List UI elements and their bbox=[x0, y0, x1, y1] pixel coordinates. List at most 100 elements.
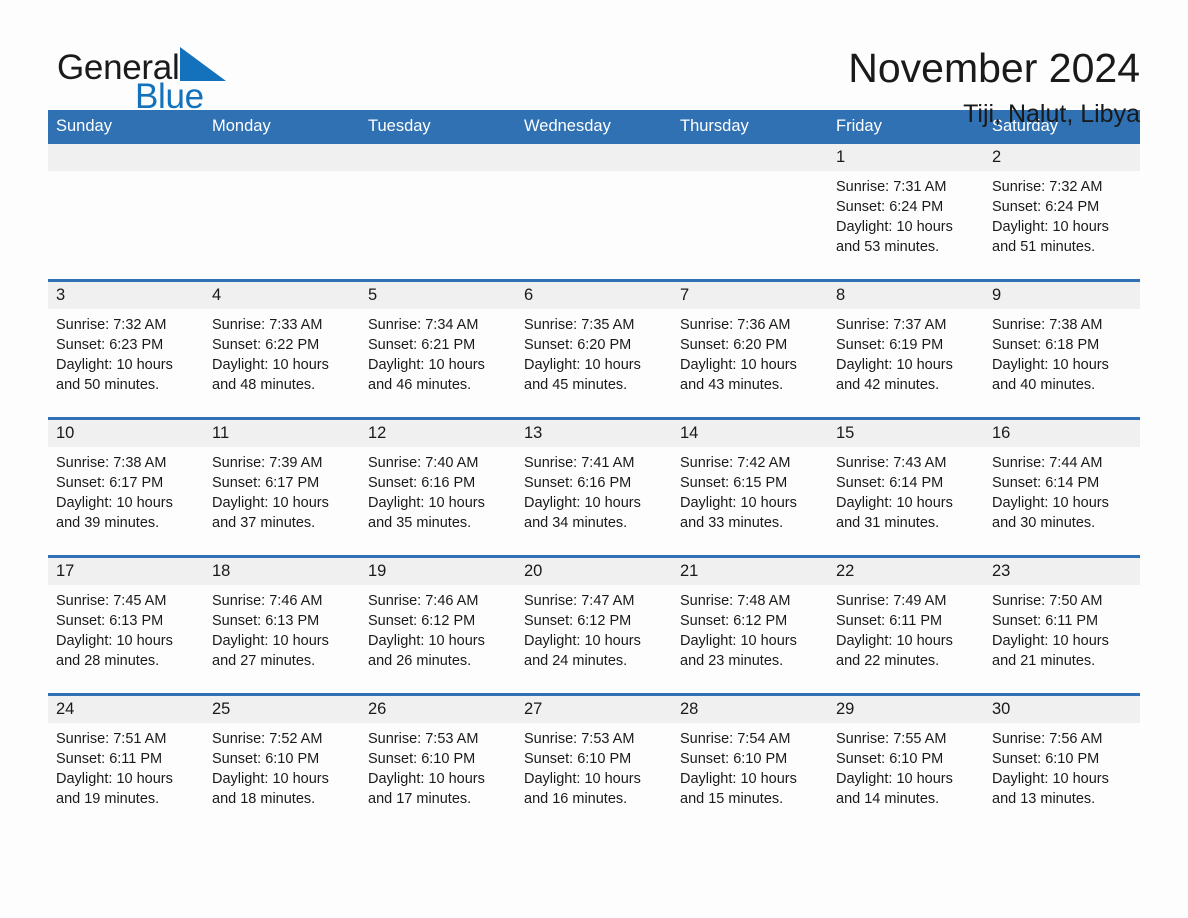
calendar-day-cell[interactable]: 15 Sunrise: 7:43 AM Sunset: 6:14 PM Dayligh… bbox=[828, 417, 984, 557]
daylight-text-line2: and 16 minutes. bbox=[524, 791, 628, 807]
calendar-day-cell[interactable]: 23 Sunrise: 7:50 AM Sunset: 6:11 PM Dayligh… bbox=[984, 555, 1140, 695]
calendar-day-cell[interactable]: 28 Sunrise: 7:54 AM Sunset: 6:10 PM Dayligh… bbox=[672, 693, 828, 831]
day-details: Sunrise: 7:38 AM Sunset: 6:17 PM Daylight:… bbox=[48, 447, 204, 555]
day-cell-inner: 22 Sunrise: 7:49 AM Sunset: 6:11 PM Dayligh… bbox=[828, 558, 984, 693]
day-number: 5 bbox=[360, 282, 516, 309]
calendar-day-cell[interactable]: 4 Sunrise: 7:33 AM Sunset: 6:22 PM Daylight… bbox=[204, 279, 360, 419]
generalblue-logo[interactable]: General Blue bbox=[57, 47, 357, 117]
calendar-day-cell-empty bbox=[672, 144, 828, 281]
day-details: Sunrise: 7:53 AM Sunset: 6:10 PM Daylight:… bbox=[516, 723, 672, 831]
sunset-text: Sunset: 6:11 PM bbox=[56, 751, 163, 767]
sunrise-text: Sunrise: 7:53 AM bbox=[368, 731, 479, 747]
calendar-day-cell[interactable]: 3 Sunrise: 7:32 AM Sunset: 6:23 PM Daylight… bbox=[48, 279, 204, 419]
calendar-grid: Sunday Monday Tuesday Wednesday Thursday… bbox=[48, 110, 1140, 831]
weekday-header-tuesday: Tuesday bbox=[360, 110, 516, 144]
daylight-text-line1: Daylight: 10 hours bbox=[368, 771, 485, 787]
day-number: 14 bbox=[672, 420, 828, 447]
daylight-text-line1: Daylight: 10 hours bbox=[524, 495, 641, 511]
day-cell-inner: 23 Sunrise: 7:50 AM Sunset: 6:11 PM Dayligh… bbox=[984, 558, 1140, 693]
daylight-text-line2: and 50 minutes. bbox=[56, 377, 160, 393]
calendar-day-cell[interactable]: 21 Sunrise: 7:48 AM Sunset: 6:12 PM Dayligh… bbox=[672, 555, 828, 695]
day-cell-inner bbox=[204, 144, 360, 279]
calendar-day-cell[interactable]: 11 Sunrise: 7:39 AM Sunset: 6:17 PM Dayligh… bbox=[204, 417, 360, 557]
sunset-text: Sunset: 6:10 PM bbox=[680, 751, 788, 767]
calendar-day-cell[interactable]: 29 Sunrise: 7:55 AM Sunset: 6:10 PM Dayligh… bbox=[828, 693, 984, 831]
sunrise-text: Sunrise: 7:46 AM bbox=[212, 593, 323, 609]
sunset-text: Sunset: 6:10 PM bbox=[992, 751, 1100, 767]
calendar-day-cell[interactable]: 5 Sunrise: 7:34 AM Sunset: 6:21 PM Daylight… bbox=[360, 279, 516, 419]
sunset-text: Sunset: 6:21 PM bbox=[368, 337, 476, 353]
daylight-text-line2: and 48 minutes. bbox=[212, 377, 316, 393]
day-details bbox=[672, 171, 828, 279]
calendar-day-cell[interactable]: 1 Sunrise: 7:31 AM Sunset: 6:24 PM Daylight… bbox=[828, 144, 984, 281]
daylight-text-line2: and 28 minutes. bbox=[56, 653, 160, 669]
calendar-day-cell[interactable]: 12 Sunrise: 7:40 AM Sunset: 6:16 PM Dayligh… bbox=[360, 417, 516, 557]
day-number: 18 bbox=[204, 558, 360, 585]
calendar-day-cell[interactable]: 16 Sunrise: 7:44 AM Sunset: 6:14 PM Dayligh… bbox=[984, 417, 1140, 557]
day-details: Sunrise: 7:43 AM Sunset: 6:14 PM Daylight:… bbox=[828, 447, 984, 555]
sunrise-text: Sunrise: 7:43 AM bbox=[836, 455, 947, 471]
day-number: 11 bbox=[204, 420, 360, 447]
daylight-text-line1: Daylight: 10 hours bbox=[524, 771, 641, 787]
day-details: Sunrise: 7:32 AM Sunset: 6:23 PM Daylight:… bbox=[48, 309, 204, 417]
day-number: 28 bbox=[672, 696, 828, 723]
sunrise-text: Sunrise: 7:52 AM bbox=[212, 731, 323, 747]
daylight-text-line2: and 27 minutes. bbox=[212, 653, 316, 669]
day-cell-inner: 26 Sunrise: 7:53 AM Sunset: 6:10 PM Dayligh… bbox=[360, 696, 516, 831]
calendar-day-cell-empty bbox=[204, 144, 360, 281]
calendar-day-cell[interactable]: 24 Sunrise: 7:51 AM Sunset: 6:11 PM Dayligh… bbox=[48, 693, 204, 831]
sunrise-text: Sunrise: 7:40 AM bbox=[368, 455, 479, 471]
sunrise-text: Sunrise: 7:31 AM bbox=[836, 179, 947, 195]
calendar-day-cell[interactable]: 9 Sunrise: 7:38 AM Sunset: 6:18 PM Daylight… bbox=[984, 279, 1140, 419]
calendar-day-cell[interactable]: 22 Sunrise: 7:49 AM Sunset: 6:11 PM Dayligh… bbox=[828, 555, 984, 695]
day-cell-inner: 7 Sunrise: 7:36 AM Sunset: 6:20 PM Daylight… bbox=[672, 282, 828, 417]
sunrise-text: Sunrise: 7:38 AM bbox=[56, 455, 167, 471]
sunset-text: Sunset: 6:17 PM bbox=[212, 475, 320, 491]
daylight-text-line1: Daylight: 10 hours bbox=[368, 633, 485, 649]
calendar-day-cell[interactable]: 14 Sunrise: 7:42 AM Sunset: 6:15 PM Dayligh… bbox=[672, 417, 828, 557]
sunrise-text: Sunrise: 7:47 AM bbox=[524, 593, 635, 609]
sunset-text: Sunset: 6:22 PM bbox=[212, 337, 320, 353]
daylight-text-line1: Daylight: 10 hours bbox=[680, 633, 797, 649]
calendar-day-cell[interactable]: 10 Sunrise: 7:38 AM Sunset: 6:17 PM Dayligh… bbox=[48, 417, 204, 557]
calendar-day-cell[interactable]: 27 Sunrise: 7:53 AM Sunset: 6:10 PM Dayligh… bbox=[516, 693, 672, 831]
daylight-text-line1: Daylight: 10 hours bbox=[524, 633, 641, 649]
calendar-day-cell[interactable]: 17 Sunrise: 7:45 AM Sunset: 6:13 PM Dayligh… bbox=[48, 555, 204, 695]
day-number: 2 bbox=[984, 144, 1140, 171]
daylight-text-line1: Daylight: 10 hours bbox=[368, 357, 485, 373]
sunrise-text: Sunrise: 7:36 AM bbox=[680, 317, 791, 333]
day-cell-inner bbox=[516, 144, 672, 279]
calendar-day-cell[interactable]: 26 Sunrise: 7:53 AM Sunset: 6:10 PM Dayligh… bbox=[360, 693, 516, 831]
day-number: 20 bbox=[516, 558, 672, 585]
day-cell-inner: 13 Sunrise: 7:41 AM Sunset: 6:16 PM Dayligh… bbox=[516, 420, 672, 555]
day-cell-inner: 28 Sunrise: 7:54 AM Sunset: 6:10 PM Dayligh… bbox=[672, 696, 828, 831]
calendar-day-cell[interactable]: 7 Sunrise: 7:36 AM Sunset: 6:20 PM Daylight… bbox=[672, 279, 828, 419]
calendar-day-cell[interactable]: 18 Sunrise: 7:46 AM Sunset: 6:13 PM Dayligh… bbox=[204, 555, 360, 695]
logo-text-blue: Blue bbox=[135, 77, 204, 116]
sunset-text: Sunset: 6:16 PM bbox=[524, 475, 632, 491]
sunrise-text: Sunrise: 7:42 AM bbox=[680, 455, 791, 471]
calendar-day-cell[interactable]: 30 Sunrise: 7:56 AM Sunset: 6:10 PM Dayligh… bbox=[984, 693, 1140, 831]
daylight-text-line2: and 42 minutes. bbox=[836, 377, 940, 393]
sunset-text: Sunset: 6:11 PM bbox=[836, 613, 943, 629]
sunset-text: Sunset: 6:12 PM bbox=[368, 613, 476, 629]
calendar-day-cell[interactable]: 8 Sunrise: 7:37 AM Sunset: 6:19 PM Daylight… bbox=[828, 279, 984, 419]
calendar-day-cell[interactable]: 19 Sunrise: 7:46 AM Sunset: 6:12 PM Dayligh… bbox=[360, 555, 516, 695]
calendar-day-cell[interactable]: 20 Sunrise: 7:47 AM Sunset: 6:12 PM Dayligh… bbox=[516, 555, 672, 695]
day-cell-inner bbox=[672, 144, 828, 279]
calendar-day-cell[interactable]: 2 Sunrise: 7:32 AM Sunset: 6:24 PM Daylight… bbox=[984, 144, 1140, 281]
calendar-day-cell[interactable]: 13 Sunrise: 7:41 AM Sunset: 6:16 PM Dayligh… bbox=[516, 417, 672, 557]
day-details bbox=[516, 171, 672, 279]
day-cell-inner: 8 Sunrise: 7:37 AM Sunset: 6:19 PM Daylight… bbox=[828, 282, 984, 417]
calendar-week-row: 24 Sunrise: 7:51 AM Sunset: 6:11 PM Dayligh… bbox=[48, 693, 1140, 831]
day-number: 15 bbox=[828, 420, 984, 447]
daylight-text-line1: Daylight: 10 hours bbox=[680, 357, 797, 373]
sunset-text: Sunset: 6:10 PM bbox=[524, 751, 632, 767]
day-cell-inner: 19 Sunrise: 7:46 AM Sunset: 6:12 PM Dayligh… bbox=[360, 558, 516, 693]
daylight-text-line1: Daylight: 10 hours bbox=[212, 495, 329, 511]
day-number: 13 bbox=[516, 420, 672, 447]
daylight-text-line2: and 17 minutes. bbox=[368, 791, 472, 807]
calendar-day-cell[interactable]: 25 Sunrise: 7:52 AM Sunset: 6:10 PM Dayligh… bbox=[204, 693, 360, 831]
calendar-day-cell[interactable]: 6 Sunrise: 7:35 AM Sunset: 6:20 PM Daylight… bbox=[516, 279, 672, 419]
calendar-week-row: 17 Sunrise: 7:45 AM Sunset: 6:13 PM Dayligh… bbox=[48, 555, 1140, 695]
